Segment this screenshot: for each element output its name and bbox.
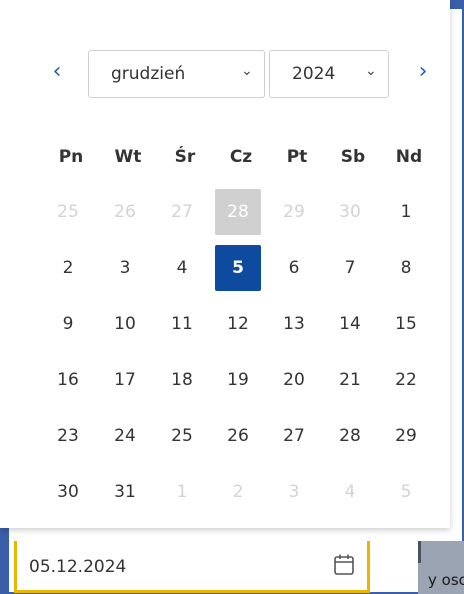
calendar-day[interactable]: 12	[215, 301, 261, 347]
calendar-day[interactable]: 30	[45, 469, 91, 515]
weekday-label: Pt	[286, 147, 308, 167]
weekday-label: Pn	[58, 147, 84, 167]
calendar-day[interactable]: 26	[215, 413, 261, 459]
calendar-day[interactable]: 3	[271, 469, 317, 515]
calendar-day[interactable]: 15	[383, 301, 429, 347]
calendar-day[interactable]: 14	[327, 301, 373, 347]
calendar-day[interactable]: 21	[327, 357, 373, 403]
calendar-day[interactable]: 27	[271, 413, 317, 459]
calendar-day[interactable]: 4	[159, 245, 205, 291]
calendar-day[interactable]: 1	[159, 469, 205, 515]
calendar-day[interactable]: 29	[383, 413, 429, 459]
calendar-day[interactable]: 10	[102, 301, 148, 347]
calendar-day[interactable]: 25	[45, 189, 91, 235]
calendar-day[interactable]: 4	[327, 469, 373, 515]
calendar-day[interactable]: 8	[383, 245, 429, 291]
calendar-day[interactable]: 31	[102, 469, 148, 515]
calendar-day[interactable]: 5	[215, 245, 261, 291]
weekday-label: Cz	[229, 147, 253, 167]
calendar-day[interactable]: 7	[327, 245, 373, 291]
calendar-day[interactable]: 11	[159, 301, 205, 347]
calendar-day[interactable]: 9	[45, 301, 91, 347]
weekday-label: Wt	[114, 147, 142, 167]
calendar-day[interactable]: 29	[271, 189, 317, 235]
calendar-day[interactable]: 22	[383, 357, 429, 403]
calendar-day[interactable]: 17	[102, 357, 148, 403]
calendar-day[interactable]: 19	[215, 357, 261, 403]
calendar-day[interactable]: 2	[45, 245, 91, 291]
month-select-value: grudzień	[111, 64, 186, 84]
calendar-icon[interactable]	[333, 553, 355, 577]
calendar-day[interactable]: 16	[45, 357, 91, 403]
calendar-day[interactable]: 23	[45, 413, 91, 459]
calendar-day[interactable]: 25	[159, 413, 205, 459]
calendar-day[interactable]: 28	[327, 413, 373, 459]
date-input-field[interactable]: 05.12.2024	[14, 541, 370, 593]
chevron-down-icon: ⌄	[365, 63, 377, 79]
calendar-day[interactable]: 27	[159, 189, 205, 235]
calendar-day[interactable]: 13	[271, 301, 317, 347]
calendar-day[interactable]: 5	[383, 469, 429, 515]
year-select-value: 2024	[292, 64, 336, 84]
calendar-day[interactable]: 1	[383, 189, 429, 235]
month-select[interactable]: grudzień ⌄	[88, 50, 265, 98]
calendar-day[interactable]: 6	[271, 245, 317, 291]
background-panel-fragment: y osc	[418, 541, 464, 594]
year-select[interactable]: 2024 ⌄	[269, 50, 389, 98]
calendar-day[interactable]: 26	[102, 189, 148, 235]
calendar-day[interactable]: 3	[102, 245, 148, 291]
date-input-value[interactable]: 05.12.2024	[29, 557, 126, 577]
calendar-day[interactable]: 20	[271, 357, 317, 403]
calendar-day[interactable]: 28	[215, 189, 261, 235]
weekday-label: Sb	[340, 147, 366, 167]
calendar-day[interactable]: 30	[327, 189, 373, 235]
background-text: y osc	[428, 571, 464, 589]
prev-month-button[interactable]: ‹	[46, 52, 68, 92]
weekday-label: Nd	[395, 147, 423, 167]
calendar-day[interactable]: 18	[159, 357, 205, 403]
panel-edge	[418, 541, 421, 563]
chevron-down-icon: ⌄	[241, 63, 253, 79]
calendar-day[interactable]: 2	[215, 469, 261, 515]
weekday-label: Śr	[174, 147, 196, 167]
next-month-button[interactable]: ›	[412, 52, 434, 92]
calendar-day[interactable]: 24	[102, 413, 148, 459]
